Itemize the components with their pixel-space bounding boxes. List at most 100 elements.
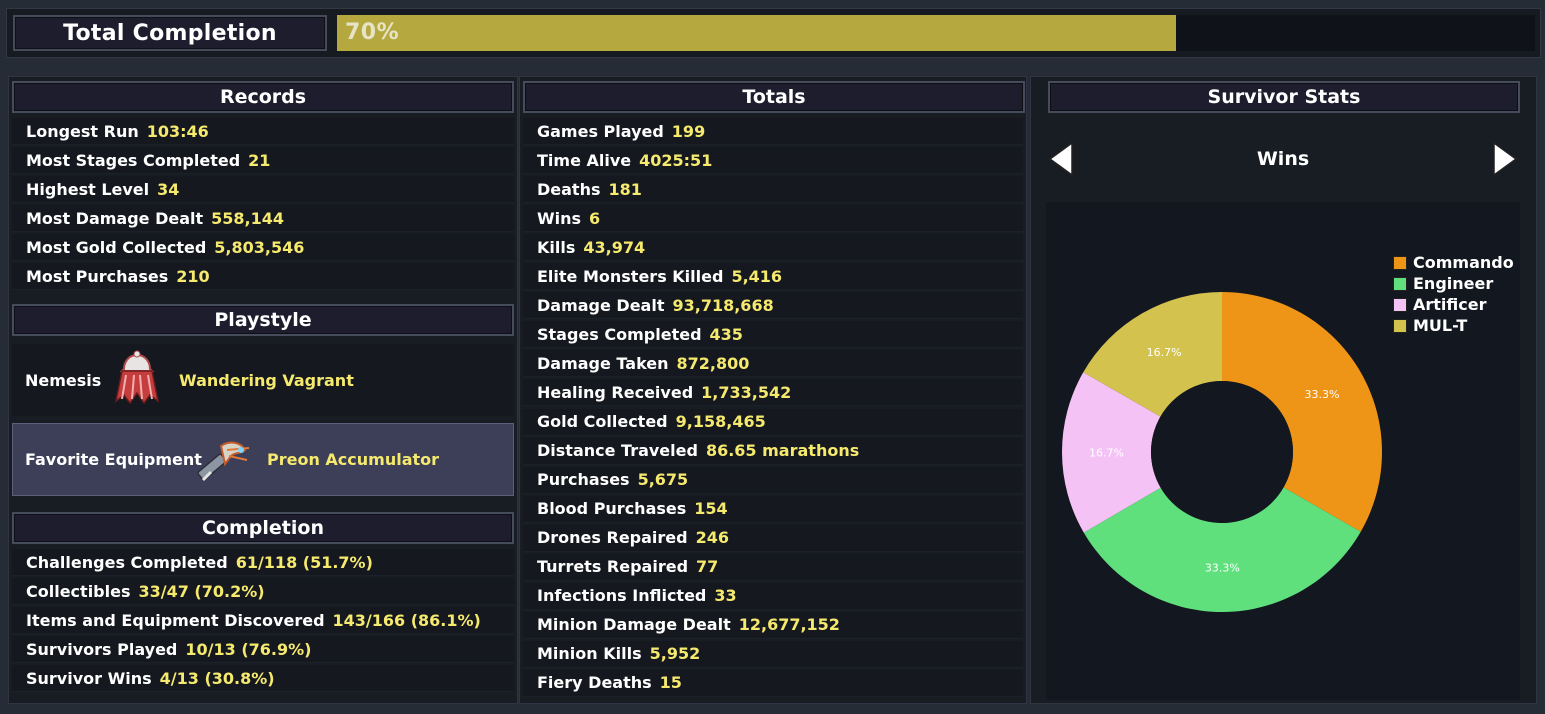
stat-label: Damage Taken — [537, 353, 669, 373]
stat-row: Deaths 181 — [523, 176, 1023, 204]
stat-value: 6 — [589, 208, 601, 228]
stat-row: Purchases 5,675 — [523, 466, 1023, 494]
legend-item: Commando — [1393, 252, 1514, 273]
stat-row: Elite Monsters Killed 5,416 — [523, 263, 1023, 291]
stat-row: Blood Purchases 154 — [523, 495, 1023, 523]
stat-row: Survivors Played 10/13 (76.9%) — [12, 636, 514, 663]
stat-value: 33/47 (70.2%) — [138, 581, 265, 601]
stat-row: Most Damage Dealt 558,144 — [12, 205, 514, 232]
stat-value: 86.65 marathons — [705, 441, 860, 461]
stat-row: Most Stages Completed 21 — [12, 147, 514, 174]
stat-label: Gold Collected — [537, 412, 668, 431]
stat-label: Healing Received — [537, 382, 694, 402]
stat-value: 181 — [608, 179, 642, 199]
stat-row: Drones Repaired 246 — [523, 524, 1023, 552]
stat-value: 15 — [659, 673, 682, 693]
stat-value: 4025:51 — [639, 150, 713, 170]
stat-row: Games Played 199 — [523, 118, 1023, 145]
stat-value: 246 — [695, 528, 730, 548]
totals-header: Totals — [523, 81, 1025, 113]
stat-label: Purchases — [537, 470, 630, 490]
stat-value: 103:46 — [146, 121, 209, 141]
stat-label: Games Played — [537, 121, 664, 141]
stat-row: Damage Dealt 93,718,668 — [523, 292, 1023, 320]
stat-label: Longest Run — [26, 121, 139, 141]
stat-value: 4/13 (30.8%) — [159, 668, 275, 688]
stat-label: Highest Level — [26, 179, 150, 199]
stat-label: Challenges Completed — [26, 552, 228, 572]
arrow-right-icon[interactable] — [1490, 141, 1520, 177]
stat-value: 33 — [714, 586, 737, 606]
stat-row: Highest Level 34 — [12, 176, 514, 203]
favorite-equipment-label: Favorite Equipment — [25, 450, 202, 469]
completion-progress-fill — [337, 15, 1176, 51]
stat-value: 9,158,465 — [675, 412, 766, 431]
stat-value: 43,974 — [583, 237, 646, 257]
legend-item: Artificer — [1393, 294, 1514, 315]
stat-label: Fiery Deaths — [537, 673, 652, 693]
stat-label: Infections Inflicted — [537, 586, 707, 606]
playstyle-header: Playstyle — [12, 304, 514, 336]
total-completion-title: Total Completion — [13, 15, 327, 51]
legend-swatch — [1393, 318, 1407, 333]
stat-label: Most Purchases — [26, 266, 169, 286]
stat-value: 93,718,668 — [672, 295, 774, 315]
legend-swatch — [1393, 297, 1407, 312]
stat-label: Time Alive — [537, 150, 632, 170]
stat-value: 210 — [176, 266, 210, 286]
stat-row: Wins 6 — [523, 205, 1023, 233]
favorite-equipment-value: Preon Accumulator — [267, 450, 440, 469]
stat-row: Stages Completed 435 — [523, 321, 1023, 349]
stat-value: 5,416 — [731, 266, 783, 286]
stat-label: Wins — [537, 208, 582, 228]
completion-progress-track: 70% — [337, 15, 1535, 51]
stat-row: Fiery Deaths 15 — [523, 669, 1023, 697]
stat-row: Items and Equipment Discovered 143/166 (8… — [12, 607, 514, 634]
stat-label: Most Gold Collected — [26, 237, 207, 257]
stat-value: 61/118 (51.7%) — [235, 552, 373, 572]
chart-legend: Commando Engineer Artificer MUL-T — [1393, 252, 1514, 336]
stat-value: 558,144 — [211, 208, 285, 228]
stat-value: 10/13 (76.9%) — [185, 639, 312, 659]
nemesis-value: Wandering Vagrant — [179, 370, 354, 390]
total-completion-bar: Total Completion 70% — [6, 8, 1541, 58]
stat-value: 12,677,152 — [738, 615, 840, 635]
completion-header: Completion — [12, 512, 514, 544]
stat-value: 5,952 — [649, 644, 701, 664]
stat-value: 77 — [696, 557, 719, 577]
stat-value: 154 — [694, 499, 728, 519]
stat-value: 872,800 — [676, 353, 750, 373]
stat-value: 34 — [157, 179, 180, 199]
stat-label: Stages Completed — [537, 324, 702, 344]
stat-label: Most Stages Completed — [26, 150, 241, 170]
stat-row: Most Gold Collected 5,803,546 — [12, 234, 514, 261]
stat-row: Healing Received 1,733,542 — [523, 379, 1023, 407]
nemesis-label: Nemesis — [25, 370, 102, 390]
arrow-left-icon[interactable] — [1046, 141, 1076, 177]
completion-progress-label: 70% — [345, 20, 400, 45]
favorite-equipment-row[interactable]: Favorite Equipment Preon Accumulator — [12, 423, 514, 496]
stat-label: Minion Damage Dealt — [537, 615, 731, 635]
nemesis-row: Nemesis Wandering Vagrant — [12, 344, 514, 416]
stat-row: Infections Inflicted 33 — [523, 582, 1023, 610]
stat-value: 5,803,546 — [214, 237, 305, 257]
stat-label: Turrets Repaired — [537, 557, 689, 577]
survivor-stats-header: Survivor Stats — [1048, 81, 1520, 113]
stat-row: Damage Taken 872,800 — [523, 350, 1023, 378]
legend-label: Engineer — [1413, 274, 1494, 293]
stat-label: Damage Dealt — [537, 295, 665, 315]
stat-label: Elite Monsters Killed — [537, 266, 724, 286]
stat-value: 435 — [709, 324, 743, 344]
stat-label: Survivor Wins — [26, 668, 152, 688]
stat-row: Kills 43,974 — [523, 234, 1023, 262]
legend-label: Commando — [1413, 253, 1514, 272]
stat-row: Minion Damage Dealt 12,677,152 — [523, 611, 1023, 639]
stat-row: Challenges Completed 61/118 (51.7%) — [12, 549, 514, 576]
wandering-vagrant-icon — [114, 350, 160, 405]
legend-label: MUL-T — [1413, 316, 1468, 335]
stat-value: 1,733,542 — [701, 382, 792, 402]
stat-row: Distance Traveled 86.65 marathons — [523, 437, 1023, 465]
preon-accumulator-icon — [197, 441, 250, 482]
stat-row: Minion Kills 5,952 — [523, 640, 1023, 668]
stat-value: 5,675 — [637, 470, 689, 490]
